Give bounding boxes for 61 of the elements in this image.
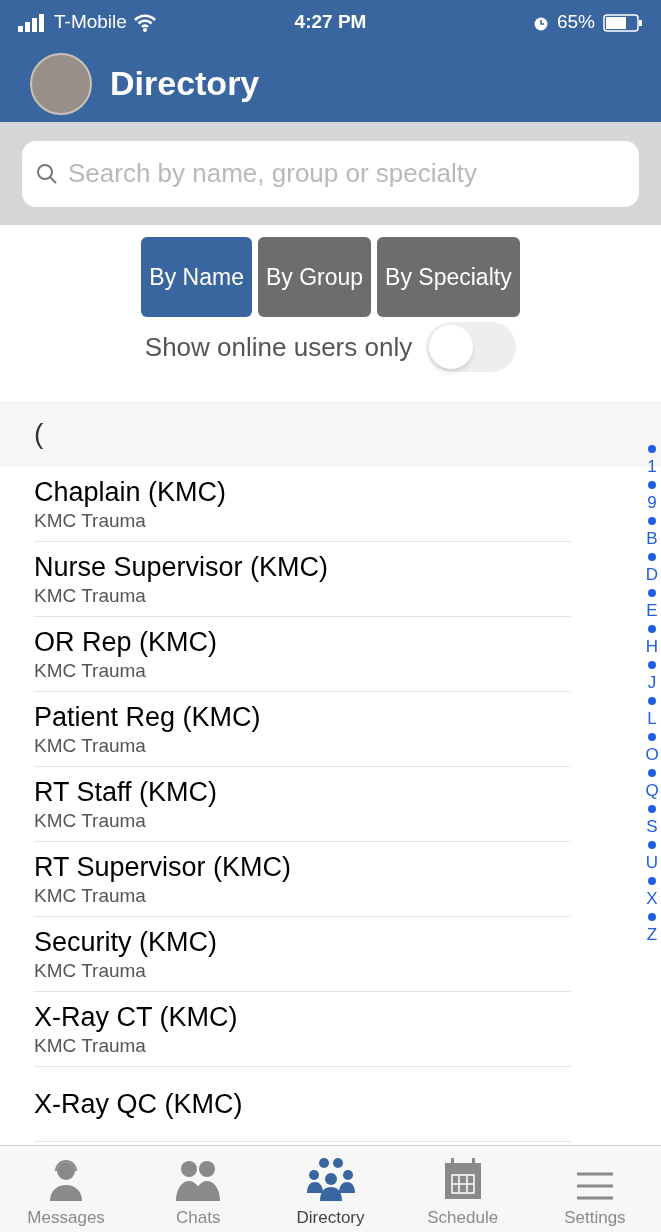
- index-letter[interactable]: U: [645, 853, 659, 873]
- contact-group: KMC Trauma: [34, 659, 571, 683]
- group-icon: [305, 1156, 356, 1201]
- battery-icon: [603, 13, 643, 32]
- index-letter[interactable]: 9: [647, 493, 657, 513]
- contact-group: KMC Trauma: [34, 1034, 571, 1058]
- contact-name: Chaplain (KMC): [34, 476, 228, 509]
- contact-name: Patient Reg (KMC): [34, 701, 262, 734]
- contact-group: KMC Trauma: [34, 584, 571, 608]
- clock-time: 4:27 PM: [293, 10, 368, 35]
- contact-row[interactable]: RT Staff (KMC) KMC Trauma: [34, 767, 571, 842]
- tab-bar-item[interactable]: Chats: [132, 1146, 265, 1232]
- contact-name: Nurse Supervisor (KMC): [34, 551, 330, 584]
- tab-bar-item[interactable]: Directory: [264, 1146, 397, 1232]
- contact-row[interactable]: X-Ray QC (KMC): [34, 1067, 571, 1142]
- contact-group: KMC Trauma: [34, 734, 571, 758]
- index-letter[interactable]: X: [646, 889, 658, 909]
- index-letter[interactable]: D: [645, 565, 659, 585]
- toggle-label: Show online users only: [144, 330, 413, 364]
- filter-tab[interactable]: By Group: [257, 237, 372, 317]
- tab-bar-item[interactable]: Settings: [528, 1146, 661, 1232]
- index-letter[interactable]: Z: [646, 925, 658, 945]
- search-field[interactable]: Search by name, group or specialty: [22, 140, 639, 207]
- index-letter[interactable]: Q: [645, 781, 659, 801]
- filter-tab[interactable]: By Name: [141, 237, 252, 317]
- tab-bar-item[interactable]: Messages: [0, 1146, 133, 1232]
- contact-row[interactable]: Nurse Supervisor (KMC) KMC Trauma: [34, 542, 571, 617]
- contact-group: KMC Trauma: [34, 509, 571, 533]
- index-letter[interactable]: E: [646, 601, 658, 621]
- contact-row[interactable]: Chaplain (KMC) KMC Trauma: [34, 467, 571, 542]
- battery-percentage: 65%: [556, 10, 595, 35]
- screen-title: Directory: [110, 63, 260, 104]
- filter-tab[interactable]: By Specialty: [377, 237, 520, 317]
- wifi-icon: [132, 13, 157, 32]
- contact-row[interactable]: OR Rep (KMC) KMC Trauma: [34, 617, 571, 692]
- contact-group: KMC Trauma: [34, 809, 571, 833]
- index-letter[interactable]: S: [646, 817, 658, 837]
- contact-name: X-Ray QC (KMC): [34, 1088, 244, 1121]
- contact-name: RT Staff (KMC): [34, 776, 219, 809]
- menu-icon: [574, 1170, 615, 1201]
- online-toggle[interactable]: [426, 322, 517, 372]
- contact-name: X-Ray CT (KMC): [34, 1001, 239, 1034]
- contact-name: OR Rep (KMC): [34, 626, 218, 659]
- contact-row[interactable]: Patient Reg (KMC) KMC Trauma: [34, 692, 571, 767]
- index-letter[interactable]: 1: [647, 457, 657, 477]
- index-letter[interactable]: J: [647, 673, 657, 693]
- tab-bar-item[interactable]: Schedule: [396, 1146, 529, 1232]
- contact-group: KMC Trauma: [34, 959, 571, 983]
- contact-group: KMC Trauma: [34, 884, 571, 908]
- index-letter[interactable]: H: [645, 637, 659, 657]
- contact-name: Security (KMC): [34, 926, 218, 959]
- contact-row[interactable]: Security (KMC) KMC Trauma: [34, 917, 571, 992]
- contact-row[interactable]: RT Supervisor (KMC) KMC Trauma: [34, 842, 571, 917]
- carrier-name: T-Mobile: [54, 10, 127, 35]
- index-letter[interactable]: L: [647, 709, 657, 729]
- contact-row[interactable]: X-Ray CT (KMC) KMC Trauma: [34, 992, 571, 1067]
- index-letter[interactable]: O: [645, 745, 659, 765]
- contact-name: RT Supervisor (KMC): [34, 851, 293, 884]
- index-letter[interactable]: B: [646, 529, 658, 549]
- calendar-icon: [442, 1156, 483, 1201]
- search-icon: [36, 162, 58, 185]
